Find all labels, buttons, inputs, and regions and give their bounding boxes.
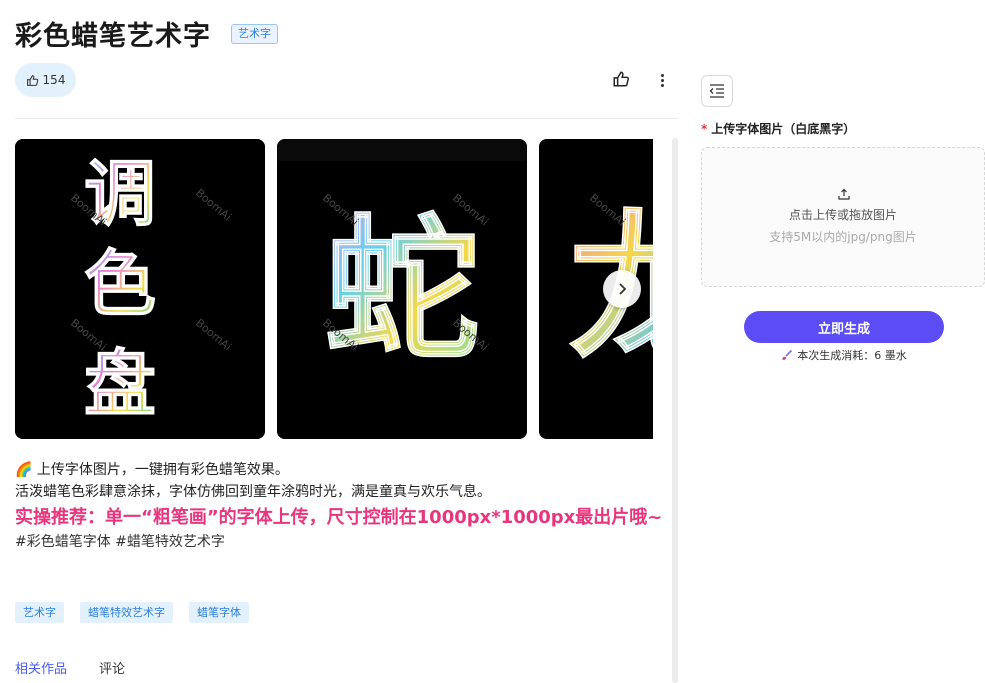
crayon-art-image: 蛇 BoomAi BoomAi BoomAi BoomAi [277,139,527,439]
thumbs-up-icon [26,74,38,86]
description-line-1: 🌈 上传字体图片，一键拥有彩色蜡笔效果。 [15,462,289,478]
tag-item[interactable]: 艺术字 [15,602,64,623]
upload-dropzone[interactable]: 点击上传或拖放图片 支持5M以内的jpg/png图片 [701,147,985,287]
chevron-right-icon [619,283,627,295]
tag-item[interactable]: 蜡笔字体 [189,602,249,623]
thumbs-up-button[interactable] [612,70,630,92]
crayon-art-image: 调 色 盘 BoomAi BoomAi BoomAi BoomAi [15,139,265,439]
scrollbar[interactable] [672,138,678,683]
content-tabs: 相关作品 评论 [15,658,125,677]
upload-hint-text: 支持5M以内的jpg/png图片 [769,230,917,244]
description-emphasis: 实操推荐：单一“粗笔画”的字体上传，尺寸控制在1000px*1000px最出片哦… [15,507,663,528]
title-badge[interactable]: 艺术字 [231,23,278,44]
tag-list: 艺术字 蜡笔特效艺术字 蜡笔字体 [15,602,249,623]
carousel-next-button[interactable] [603,270,641,308]
brush-icon [782,349,793,360]
rainbow-icon: 🌈 [15,462,33,478]
collapse-panel-button[interactable] [701,75,733,107]
carousel-item[interactable]: 调 色 盘 BoomAi BoomAi BoomAi BoomAi [15,139,265,439]
generation-cost: 本次生成消耗：6 墨水 [744,347,944,363]
like-count: 154 [42,73,66,87]
svg-text:蛇: 蛇 [325,200,480,381]
tab-comments[interactable]: 评论 [99,658,125,677]
more-vertical-icon[interactable] [652,70,672,90]
title-row: 彩色蜡笔艺术字 艺术字 [15,14,278,53]
like-button[interactable]: 154 [15,63,76,97]
image-carousel[interactable]: 调 色 盘 BoomAi BoomAi BoomAi BoomAi 蛇 Boom… [15,139,653,439]
description-hashtags: #彩色蜡笔字体 #蜡笔特效艺术字 [15,534,225,550]
thumbs-up-icon [613,71,629,87]
upload-icon [838,188,850,200]
page-title: 彩色蜡笔艺术字 [15,21,211,52]
upload-primary-text: 点击上传或拖放图片 [788,208,897,222]
description-line-2: 活泼蜡笔色彩肆意涂抹，字体仿佛回到童年涂鸦时光，满是童真与欢乐气息。 [15,484,491,500]
upload-field-label: * 上传字体图片（白底黑字） [701,122,856,136]
generate-button[interactable]: 立即生成 [744,311,944,343]
svg-text:色: 色 [84,242,156,326]
description: 🌈 上传字体图片，一键拥有彩色蜡笔效果。 活泼蜡笔色彩肆意涂抹，字体仿佛回到童年… [15,459,665,553]
divider [15,118,678,119]
tag-item[interactable]: 蜡笔特效艺术字 [80,602,173,623]
carousel-item[interactable]: 蛇 BoomAi BoomAi BoomAi BoomAi [277,139,527,439]
svg-text:盘: 盘 [84,342,156,426]
required-mark: * [701,122,708,136]
indent-icon [709,84,724,98]
tab-related-works[interactable]: 相关作品 [15,658,67,677]
